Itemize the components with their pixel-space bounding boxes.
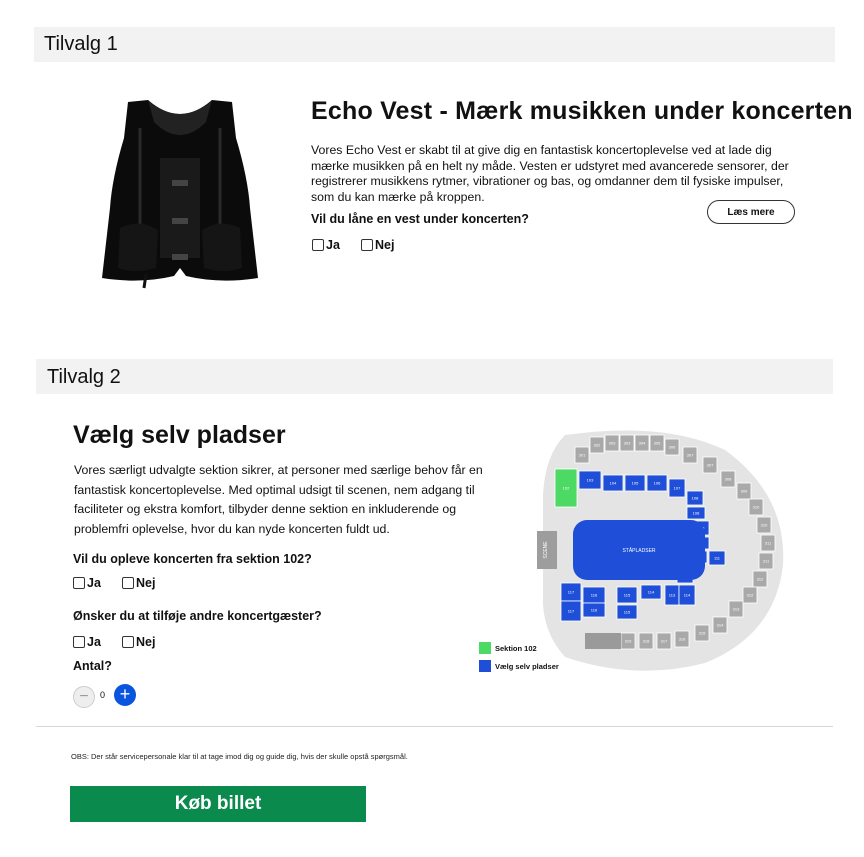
legend-swatch-blue [479,660,491,672]
lower-section-111-label: 111 [714,556,721,561]
option1-question: Vil du låne en vest under koncerten? [311,212,529,226]
legend-swatch-green [479,642,491,654]
upper-section-313-label: 313 [733,607,740,612]
option2-band-label: Tilvalg 2 [47,366,121,388]
upper-section-306-label: 306 [669,445,676,450]
vest-yes-checkbox[interactable]: Ja [312,238,340,252]
section-no-label: Nej [136,576,156,590]
guests-no-label: Nej [136,635,156,649]
vest-no-label: Nej [375,238,395,252]
upper-section-310-label: 310 [753,505,760,510]
upper-section-319-label: 319 [625,639,632,644]
increment-button[interactable]: + [114,684,136,706]
read-more-button[interactable]: Læs mere [707,200,795,224]
lower-section-116-label: 116 [591,593,598,598]
option2-title: Vælg selv pladser [73,421,286,449]
lower-section-102-label: 102 [563,486,570,491]
guests-yes-label: Ja [87,635,101,649]
upper-section-block[interactable] [585,633,621,649]
divider [36,726,833,727]
upper-section-308-label: 308 [725,477,732,482]
section-yes-checkbox[interactable]: Ja [73,576,101,590]
buy-ticket-button[interactable]: Køb billet [70,786,366,822]
upper-section-310-label: 310 [761,523,768,528]
guests-question: Ønsker du at tilføje andre koncertgæster… [73,609,322,623]
legend-label-section-102: Sektion 102 [495,643,537,653]
upper-section-315-label: 315 [699,631,706,636]
lower-section-104-label: 104 [610,481,617,486]
seat-map: 301 302 303 303 304 305 306 307 307 308 309 310 310 3… [537,430,784,671]
vest-yes-box[interactable] [312,239,324,251]
upper-section-303-label: 303 [624,441,631,446]
stage-label: SCENE [543,541,549,559]
lower-section-106-label: 106 [654,481,661,486]
lower-section-114-label: 114 [684,593,691,598]
decrement-button[interactable]: − [73,686,95,708]
upper-section-309-label: 309 [741,489,748,494]
upper-section-318-label: 318 [643,639,650,644]
lower-section-114-label: 114 [648,590,655,595]
lower-section-117-label: 117 [568,609,575,614]
option1-header-band: Tilvalg 1 [34,27,835,62]
legend-label-choose-seats: Vælg selv pladser [495,661,559,671]
lower-section-117-label: 117 [568,590,575,595]
guests-yes-checkbox[interactable]: Ja [73,635,101,649]
upper-section-311-label: 311 [765,541,772,546]
vest-yes-label: Ja [326,238,340,252]
upper-section-312-label: 312 [747,593,754,598]
upper-section-317-label: 317 [661,639,668,644]
lower-section-113-label: 113 [669,593,676,598]
lower-section-103-label: 103 [587,478,594,483]
legend-item-section-102: Sektion 102 [479,642,537,654]
upper-section-304-label: 304 [639,441,646,446]
upper-section-303-label: 303 [609,441,616,446]
option1-description: Vores Echo Vest er skabt til at give dig… [311,143,789,204]
amount-value: 0 [100,690,106,700]
section-yes-label: Ja [87,576,101,590]
option1-title: Echo Vest - Mærk musikken under koncerte… [311,97,853,125]
vest-no-box[interactable] [361,239,373,251]
section-yes-box[interactable] [73,577,85,589]
echo-vest-image [102,100,258,289]
section-question: Vil du opleve koncerten fra sektion 102? [73,552,312,566]
lower-section-116-label: 116 [591,608,598,613]
amount-label: Antal? [73,659,112,673]
vest-no-checkbox[interactable]: Nej [361,238,394,252]
lower-section-115-label: 115 [624,610,631,615]
lower-section-115-label: 115 [624,593,631,598]
upper-section-307-label: 307 [687,453,694,458]
section-no-checkbox[interactable]: Nej [122,576,155,590]
option2-header-band: Tilvalg 2 [36,359,833,394]
lower-section-107-label: 107 [674,486,681,491]
upper-section-312-label: 312 [757,577,764,582]
upper-section-302-label: 302 [594,443,601,448]
upper-section-314-label: 314 [717,623,724,628]
option2-description: Vores særligt udvalgte sektion sikrer, a… [74,463,483,537]
guests-yes-box[interactable] [73,636,85,648]
upper-section-316-label: 316 [679,637,686,642]
upper-section-307-label: 307 [707,463,714,468]
section-no-box[interactable] [122,577,134,589]
upper-section-311-label: 311 [763,559,770,564]
lower-section-108-label: 108 [693,511,700,516]
legend-item-choose-seats: Vælg selv pladser [479,660,559,672]
lower-section-108-label: 108 [692,496,699,501]
floor-label: STÅPLADSER [622,547,655,554]
upper-section-301-label: 301 [579,453,586,458]
service-note: OBS: Der står servicepersonale klar til … [71,752,408,761]
guests-no-checkbox[interactable]: Nej [122,635,155,649]
option1-band-label: Tilvalg 1 [44,33,118,55]
lower-section-105-label: 105 [632,481,639,486]
guests-no-box[interactable] [122,636,134,648]
upper-section-305-label: 305 [654,441,661,446]
